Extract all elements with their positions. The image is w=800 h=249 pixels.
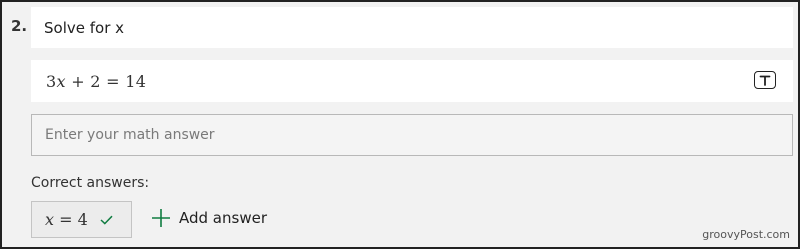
equation-coefficient: 3 xyxy=(46,71,57,91)
plus-icon xyxy=(151,208,171,228)
equation-variable: x xyxy=(56,71,66,91)
question-title-field[interactable]: Solve for x xyxy=(31,7,793,48)
question-number: 2. xyxy=(11,17,28,35)
equation-field[interactable]: 3x + 2 = 14 xyxy=(31,60,793,102)
math-answer-placeholder: Enter your math answer xyxy=(45,127,215,143)
check-icon xyxy=(100,215,113,225)
correct-answer-item[interactable]: x = 4 xyxy=(31,201,132,238)
watermark: groovyPost.com xyxy=(702,228,790,241)
correct-answer-value: = 4 xyxy=(54,210,88,229)
question-title: Solve for x xyxy=(44,18,125,37)
equation-display: 3x + 2 = 14 xyxy=(46,72,146,91)
correct-answers-label: Correct answers: xyxy=(31,175,150,191)
text-format-icon[interactable] xyxy=(754,71,776,89)
add-answer-button[interactable]: Add answer xyxy=(151,208,267,228)
correct-answer-variable: x xyxy=(45,210,55,229)
math-answer-input[interactable]: Enter your math answer xyxy=(31,114,793,156)
add-answer-label: Add answer xyxy=(179,209,267,227)
equation-rest: + 2 = 14 xyxy=(65,71,147,91)
correct-answer-expression: x = 4 xyxy=(45,210,88,229)
